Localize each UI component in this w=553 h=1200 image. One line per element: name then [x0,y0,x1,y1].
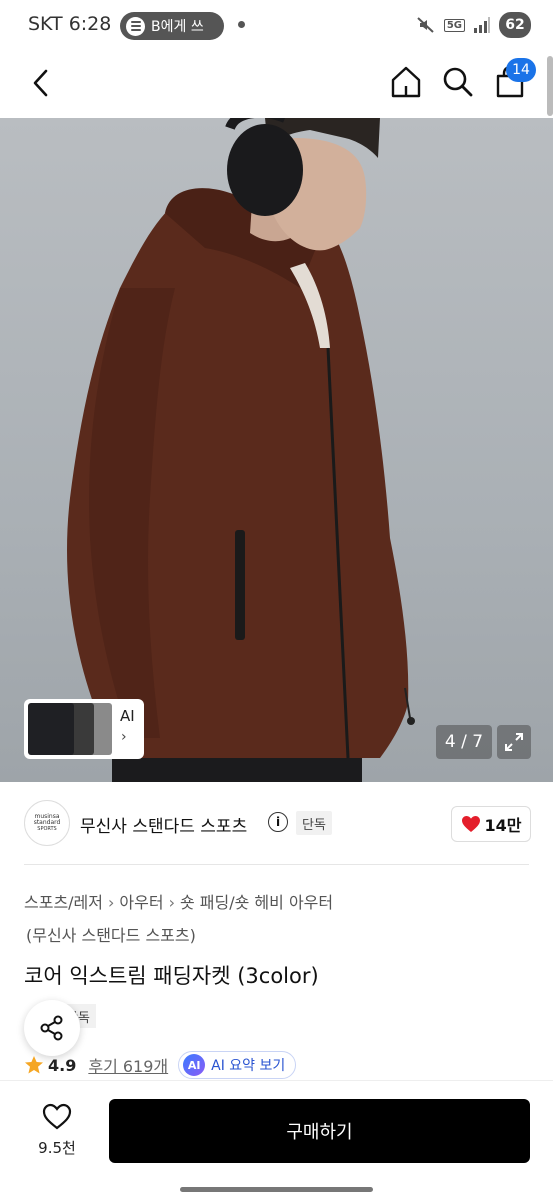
breadcrumb-item-short-padding[interactable]: 숏 패딩/숏 헤비 아우터 [180,893,333,912]
cart-count-badge: 14 [506,58,536,82]
breadcrumb-item-sports[interactable]: 스포츠/레저 [24,893,103,912]
share-icon [40,1015,63,1041]
network-icon: 5G [443,18,465,32]
breadcrumb: 스포츠/레저 › 아우터 › 숏 패딩/숏 헤비 아우터 [24,889,333,913]
brand-logo-line3: SPORTS [37,825,57,832]
heart-outline-icon [42,1103,72,1130]
rating-row: 4.9 후기 619개 AI AI 요약 보기 [24,1050,297,1080]
exclusive-tag: 단독 [296,811,332,835]
search-icon[interactable] [440,64,476,100]
carrier-time: SKT 6:28 [28,13,112,35]
breadcrumb-separator: › [168,893,175,912]
model-illustration [67,118,415,782]
bottom-action-bar: 9.5천 구매하기 [0,1080,553,1200]
image-page-indicator: 4 / 7 [436,725,492,759]
brand-row: musinsa standard SPORTS 무신사 스탠다드 스포츠 i 단… [0,792,553,856]
info-icon[interactable]: i [268,812,288,832]
ai-badge-icon: AI [183,1054,206,1076]
ai-thumbnail-card[interactable]: AI › [24,699,144,759]
brand-logo[interactable]: musinsa standard SPORTS [24,800,70,846]
star-icon [25,1056,43,1074]
breadcrumb-item-outer[interactable]: 아우터 [119,893,163,912]
breadcrumb-separator: › [108,893,115,912]
back-icon[interactable] [26,66,56,100]
wish-count: 9.5천 [38,1139,76,1157]
music-label: B에게 쓰 [151,19,204,35]
expand-icon[interactable] [497,725,531,759]
heart-icon [461,816,480,832]
app-header: 14 [0,52,553,116]
share-button[interactable] [24,1000,80,1056]
brand-name[interactable]: 무신사 스탠다드 스포츠 [80,812,247,837]
product-title: 코어 익스트림 패딩자켓 (3color) [24,964,319,988]
spotify-icon [126,16,145,36]
breadcrumb-brand[interactable]: (무신사 스탠다드 스포츠) [26,922,196,946]
ai-summary-button[interactable]: AI AI 요약 보기 [178,1051,297,1079]
like-count: 14만 [484,816,522,835]
home-indicator [180,1187,373,1192]
like-button[interactable]: 14만 [451,806,531,842]
notification-dot [238,21,245,28]
divider [24,864,529,865]
home-icon[interactable] [388,64,424,100]
buy-button[interactable]: 구매하기 [109,1099,530,1163]
thumbnail-stack [28,703,112,755]
signal-icon [474,17,490,33]
review-link[interactable]: 후기 619개 [88,1053,168,1077]
scroll-indicator [547,56,553,116]
chevron-right-icon: › [121,729,127,745]
wishlist-button[interactable]: 9.5천 [24,1103,90,1165]
product-image[interactable]: AI › 4 / 7 [0,118,553,782]
rating-value: 4.9 [48,1055,77,1075]
system-icons: 5G 62 [416,12,531,38]
battery-indicator: 62 [499,12,531,38]
ai-summary-label: AI 요약 보기 [211,1058,286,1074]
status-bar: SKT 6:28 B에게 쓰 5G 62 [0,0,553,52]
music-pill[interactable]: B에게 쓰 [120,12,224,40]
thumbnail-ai-label: AI [120,707,135,725]
mute-icon [417,17,434,33]
